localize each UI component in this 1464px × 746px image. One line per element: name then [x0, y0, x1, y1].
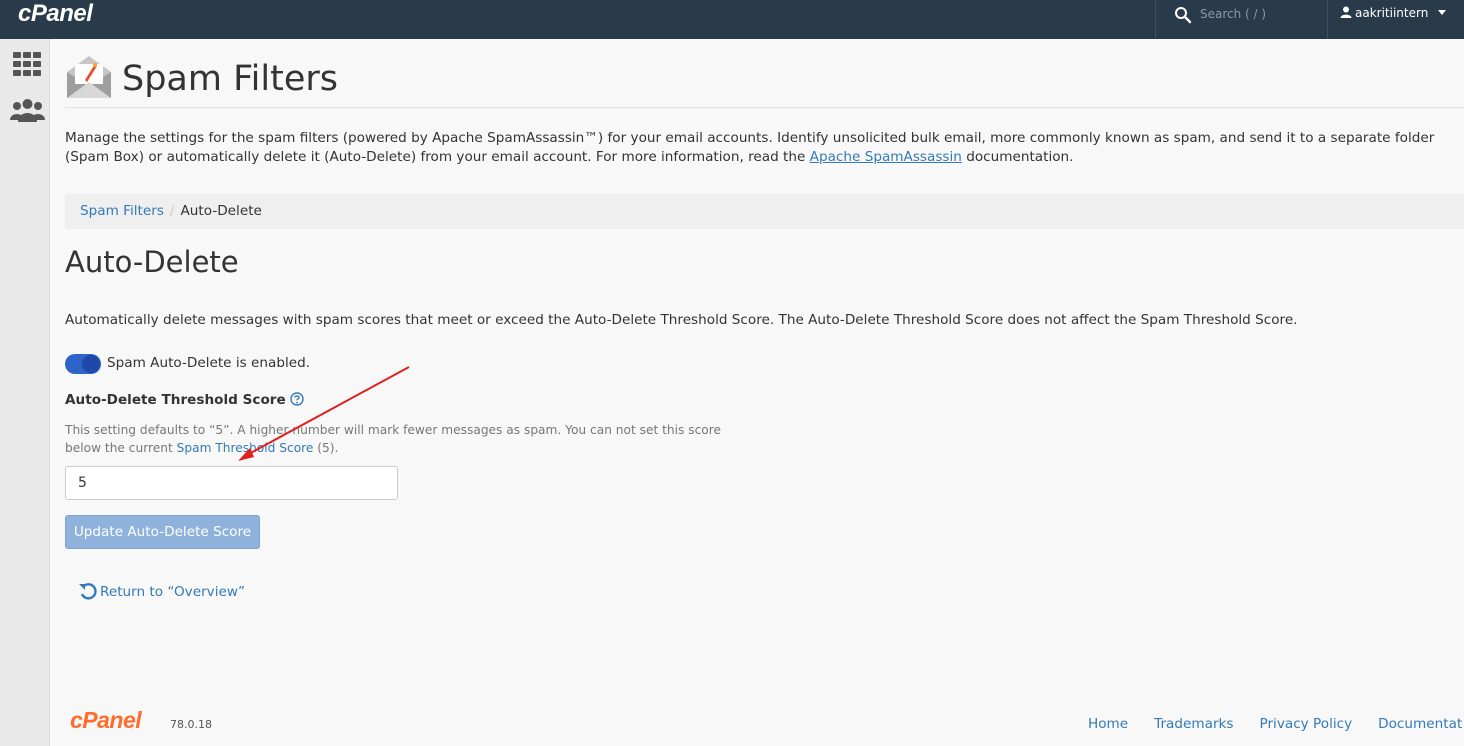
- grid-icon[interactable]: [13, 52, 41, 76]
- user-menu[interactable]: aakritiintern: [1340, 6, 1447, 20]
- footer-link-home[interactable]: Home: [1088, 716, 1128, 732]
- breadcrumb-current: Auto-Delete: [180, 203, 262, 219]
- return-link-text: Return to “Overview”: [100, 584, 245, 600]
- threshold-label-text: Auto-Delete Threshold Score: [65, 392, 286, 408]
- footer-cpanel-logo[interactable]: cPanel: [70, 707, 142, 734]
- auto-delete-toggle[interactable]: [65, 354, 101, 374]
- section-description: Automatically delete messages with spam …: [65, 312, 1298, 328]
- breadcrumb-spam-filters[interactable]: Spam Filters: [80, 203, 164, 219]
- user-icon: [1340, 6, 1352, 18]
- users-icon[interactable]: [10, 98, 45, 122]
- return-to-overview-link[interactable]: Return to “Overview”: [78, 581, 245, 601]
- apache-spamassassin-link[interactable]: Apache SpamAssassin: [810, 149, 962, 165]
- username: aakritiintern: [1355, 6, 1429, 20]
- page-title: Spam Filters: [122, 59, 339, 99]
- search-input[interactable]: [1200, 6, 1320, 22]
- sidebar: [0, 39, 50, 746]
- intro-text: Manage the settings for the spam filters…: [65, 130, 1435, 165]
- annotation-arrow: [238, 366, 410, 461]
- threshold-field-label: Auto-Delete Threshold Score: [65, 392, 304, 408]
- hint-text: This setting defaults to “5”. A higher n…: [65, 423, 721, 455]
- spam-threshold-score-link[interactable]: Spam Threshold Score: [177, 441, 314, 455]
- spam-filter-envelope-icon: [67, 56, 111, 98]
- title-divider: [65, 107, 1464, 108]
- toggle-knob: [82, 355, 100, 373]
- section-title: Auto-Delete: [65, 245, 239, 279]
- hint-text-end: (5).: [313, 441, 339, 455]
- search-icon: [1175, 7, 1192, 24]
- breadcrumb: Spam Filters / Auto-Delete: [65, 194, 1464, 229]
- top-navbar: cPanel aakritiintern: [0, 0, 1464, 39]
- chevron-down-icon: [1438, 10, 1447, 15]
- footer-link-privacy-policy[interactable]: Privacy Policy: [1260, 716, 1353, 732]
- footer-link-trademarks[interactable]: Trademarks: [1154, 716, 1233, 732]
- intro-text-end: documentation.: [961, 149, 1074, 165]
- footer-link-documentation[interactable]: Documentat: [1378, 716, 1462, 732]
- search-box[interactable]: [1155, 0, 1328, 39]
- undo-icon: [79, 583, 97, 600]
- version-text: 78.0.18: [170, 718, 212, 731]
- help-icon[interactable]: [290, 392, 304, 406]
- intro-paragraph: Manage the settings for the spam filters…: [65, 129, 1460, 167]
- update-auto-delete-score-button[interactable]: Update Auto-Delete Score: [65, 515, 260, 549]
- threshold-hint: This setting defaults to “5”. A higher n…: [65, 421, 755, 457]
- cpanel-logo[interactable]: cPanel: [18, 0, 93, 28]
- threshold-score-input[interactable]: [65, 466, 398, 500]
- breadcrumb-separator: /: [169, 203, 175, 219]
- footer-links: Home Trademarks Privacy Policy Documentat: [1088, 716, 1464, 732]
- toggle-label: Spam Auto-Delete is enabled.: [107, 355, 311, 371]
